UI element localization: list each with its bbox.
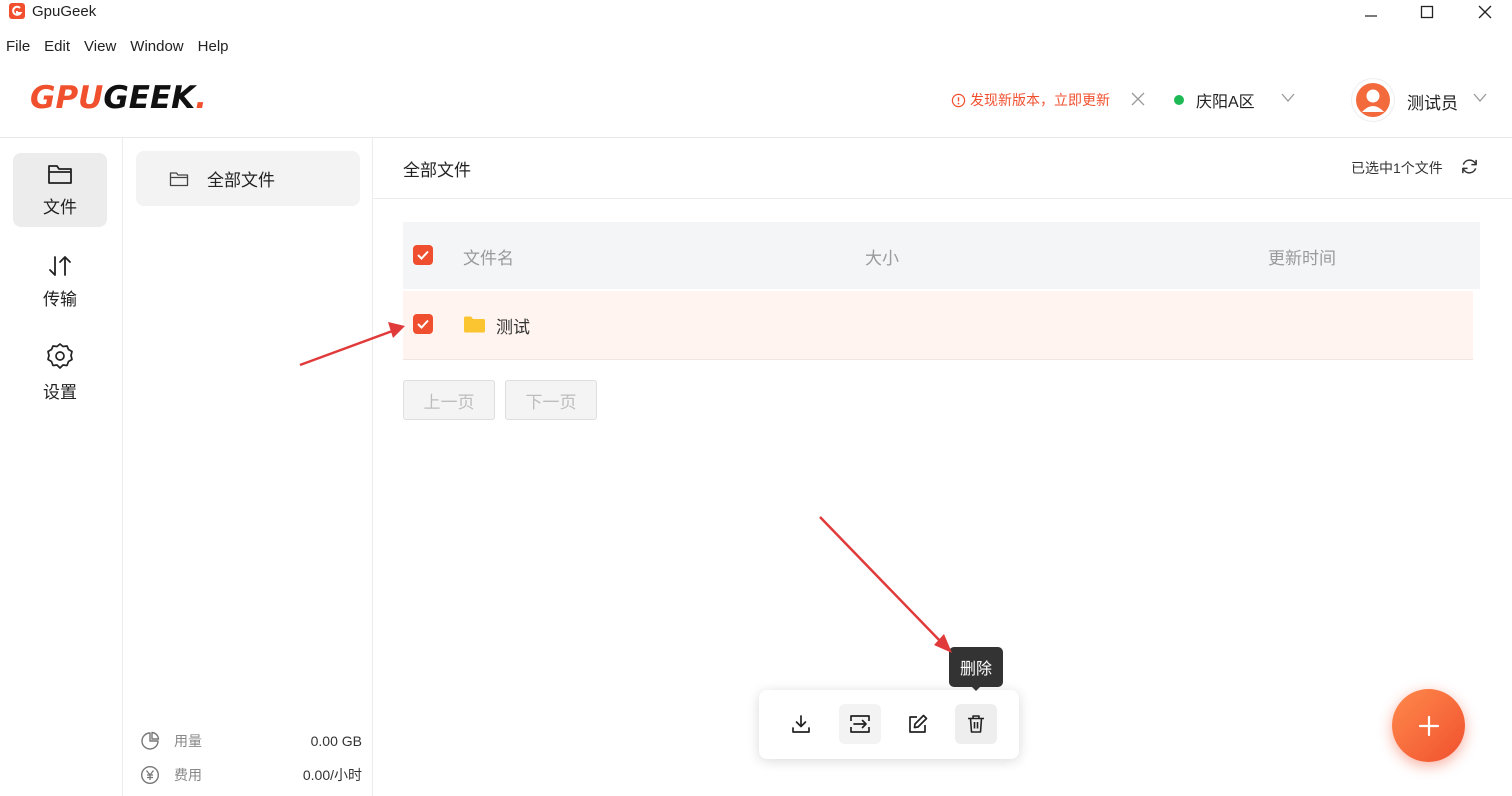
menu-window[interactable]: Window <box>130 38 183 55</box>
rail-item-transfer[interactable]: 传输 <box>13 245 107 319</box>
check-icon <box>417 250 429 260</box>
window-title: GpuGeek <box>32 3 97 20</box>
maximize-button[interactable] <box>1404 0 1450 24</box>
edit-icon <box>909 714 928 733</box>
user-avatar-icon <box>1356 83 1390 117</box>
cost-value: 0.00/小时 <box>302 767 362 783</box>
header-divider <box>0 137 1512 138</box>
rail-divider <box>122 138 123 796</box>
menu-bar: File Edit View Window Help <box>6 38 243 55</box>
maximize-icon <box>1420 5 1434 19</box>
avatar[interactable] <box>1352 79 1394 121</box>
update-notice[interactable]: 发现新版本，立即更新 <box>951 90 1110 110</box>
main-divider <box>373 198 1512 199</box>
rail-item-label: 传输 <box>43 289 77 309</box>
cost-rate: 费用 0.00/小时 <box>140 765 362 785</box>
gpugeek-logo: GPUGEEK. <box>30 80 207 116</box>
check-icon <box>417 319 429 329</box>
panel-divider <box>372 138 373 796</box>
table-row[interactable]: 测试 <box>403 291 1473 360</box>
pie-chart-icon <box>141 731 160 750</box>
column-header-size[interactable]: 大小 <box>865 244 899 269</box>
user-name[interactable]: 测试员 <box>1407 89 1458 114</box>
menu-file[interactable]: File <box>6 38 30 55</box>
online-status-dot <box>1174 95 1184 105</box>
table-header: 文件名 大小 更新时间 <box>403 222 1480 289</box>
menu-view[interactable]: View <box>84 38 116 55</box>
annotation-arrow-1 <box>299 328 396 367</box>
storage-usage: 用量 0.00 GB <box>140 731 362 751</box>
chevron-down-icon[interactable] <box>1281 93 1295 103</box>
select-all-checkbox[interactable] <box>413 245 433 265</box>
yen-icon <box>140 765 160 785</box>
delete-button[interactable] <box>955 704 997 744</box>
app-logo-icon <box>9 3 25 19</box>
folder-icon <box>464 316 485 333</box>
update-notice-text: 发现新版本，立即更新 <box>970 92 1110 108</box>
delete-tooltip: 删除 <box>949 647 1003 687</box>
region-selector[interactable]: 庆阳A区 <box>1174 88 1255 112</box>
dismiss-update-icon[interactable] <box>1131 92 1145 106</box>
transfer-arrows-icon <box>49 255 71 276</box>
rename-button[interactable] <box>897 704 939 744</box>
refresh-icon[interactable] <box>1460 157 1479 176</box>
row-checkbox[interactable] <box>413 314 433 334</box>
delete-icon <box>968 715 984 733</box>
download-icon <box>792 715 810 733</box>
page-title: 全部文件 <box>403 161 471 180</box>
minimize-button[interactable] <box>1348 0 1394 24</box>
plus-icon <box>1418 715 1439 736</box>
rail-item-files[interactable]: 文件 <box>13 153 107 227</box>
annotation-arrows <box>299 322 952 653</box>
selection-count: 已选中1个文件 <box>1351 160 1443 176</box>
file-name[interactable]: 测试 <box>496 313 530 338</box>
chevron-down-icon[interactable] <box>1473 93 1487 103</box>
usage-value: 0.00 GB <box>310 733 362 749</box>
gear-icon <box>47 342 73 369</box>
column-header-updated[interactable]: 更新时间 <box>1268 244 1336 269</box>
rail-item-settings[interactable]: 设置 <box>13 335 107 409</box>
download-button[interactable] <box>780 704 822 744</box>
region-label: 庆阳A区 <box>1196 94 1255 111</box>
column-header-name[interactable]: 文件名 <box>463 244 514 269</box>
file-action-toolbar <box>759 690 1019 759</box>
rail-item-label: 设置 <box>43 382 77 402</box>
folder-icon <box>169 171 189 186</box>
annotation-arrow-2 <box>819 516 943 644</box>
menu-edit[interactable]: Edit <box>44 38 70 55</box>
folder-tree-label: 全部文件 <box>207 171 275 190</box>
info-icon <box>951 93 966 107</box>
next-page-button[interactable]: 下一页 <box>505 380 597 420</box>
folder-tree-item-all[interactable]: 全部文件 <box>136 151 360 206</box>
menu-help[interactable]: Help <box>198 38 229 55</box>
move-button[interactable] <box>839 704 881 744</box>
rail-item-label: 文件 <box>43 197 77 217</box>
move-icon <box>850 715 870 733</box>
prev-page-button[interactable]: 上一页 <box>403 380 495 420</box>
folder-icon <box>48 164 72 184</box>
cost-label: 费用 <box>174 767 202 783</box>
close-icon <box>1478 5 1492 19</box>
usage-label: 用量 <box>174 733 202 749</box>
close-window-button[interactable] <box>1462 0 1508 24</box>
tooltip-arrow <box>971 686 981 691</box>
add-button[interactable] <box>1392 689 1465 762</box>
title-bar <box>0 0 1512 24</box>
minimize-icon <box>1365 15 1377 17</box>
